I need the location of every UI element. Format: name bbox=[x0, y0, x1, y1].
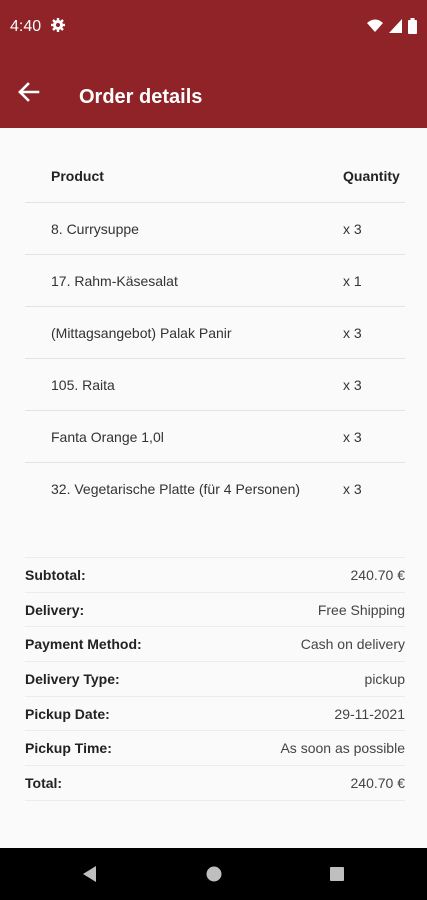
summary-value: 240.70 € bbox=[350, 566, 406, 583]
system-icons bbox=[367, 18, 417, 39]
summary-label: Delivery Type: bbox=[25, 670, 120, 687]
gear-icon bbox=[50, 17, 66, 38]
product-name: Fanta Orange 1,0l bbox=[51, 428, 164, 445]
product-name: 32. Vegetarische Platte (für 4 Personen) bbox=[51, 481, 301, 497]
summary-value: As soon as possible bbox=[280, 740, 405, 757]
summary-row-delivery-type: Delivery Type: pickup bbox=[25, 662, 405, 697]
product-name: (Mittagsangebot) Palak Panir bbox=[51, 324, 232, 341]
summary-row-pickup-time: Pickup Time: As soon as possible bbox=[25, 731, 405, 767]
summary-value: Cash on delivery bbox=[300, 636, 405, 653]
app-bar: Order details bbox=[0, 56, 427, 128]
table-row: 8. Currysuppe x 3 bbox=[25, 203, 405, 255]
table-row: 17. Rahm-Käsesalat x 1 bbox=[25, 255, 405, 307]
summary-value: pickup bbox=[364, 670, 405, 687]
order-summary: Subtotal: 240.70 € Delivery: Free Shippi… bbox=[25, 557, 405, 801]
table-row: Fanta Orange 1,0l x 3 bbox=[25, 411, 405, 463]
nav-recents-icon[interactable] bbox=[329, 866, 345, 887]
signal-icon bbox=[389, 19, 402, 38]
wifi-icon bbox=[367, 19, 383, 38]
product-name: 8. Currysuppe bbox=[51, 220, 139, 237]
summary-row-payment-method: Payment Method: Cash on delivery bbox=[25, 627, 405, 663]
product-name: 17. Rahm-Käsesalat bbox=[51, 272, 178, 289]
product-quantity: x 3 bbox=[343, 376, 362, 393]
products-table: Product Quantity 8. Currysuppe x 3 17. R… bbox=[25, 150, 405, 515]
summary-row-total: Total: 240.70 € bbox=[25, 766, 405, 801]
page-title: Order details bbox=[79, 86, 203, 108]
table-row: (Mittagsangebot) Palak Panir x 3 bbox=[25, 307, 405, 359]
status-time: 4:40 bbox=[10, 18, 42, 35]
table-row: 105. Raita x 3 bbox=[25, 359, 405, 411]
product-quantity: x 1 bbox=[343, 272, 362, 289]
table-row: 32. Vegetarische Platte (für 4 Personen)… bbox=[25, 463, 405, 515]
product-quantity: x 3 bbox=[343, 481, 362, 497]
summary-value: 29-11-2021 bbox=[334, 705, 405, 722]
summary-value: Free Shipping bbox=[317, 601, 405, 618]
summary-label: Subtotal: bbox=[25, 566, 86, 583]
summary-value: 240.70 € bbox=[350, 774, 406, 791]
battery-icon bbox=[408, 18, 417, 39]
product-quantity: x 3 bbox=[343, 428, 362, 445]
quantity-column-header: Quantity bbox=[343, 168, 400, 184]
summary-label: Payment Method: bbox=[25, 636, 142, 653]
back-arrow-icon[interactable] bbox=[18, 82, 44, 104]
product-name: 105. Raita bbox=[51, 376, 115, 393]
nav-home-icon[interactable] bbox=[206, 866, 222, 887]
product-quantity: x 3 bbox=[343, 220, 362, 237]
nav-back-icon[interactable] bbox=[82, 866, 98, 887]
table-header: Product Quantity bbox=[25, 150, 405, 203]
summary-label: Total: bbox=[25, 774, 63, 791]
summary-label: Pickup Date: bbox=[25, 705, 110, 722]
system-nav-bar bbox=[0, 848, 427, 900]
summary-label: Pickup Time: bbox=[25, 740, 112, 757]
product-quantity: x 3 bbox=[343, 324, 362, 341]
summary-label: Delivery: bbox=[25, 601, 85, 618]
summary-row-pickup-date: Pickup Date: 29-11-2021 bbox=[25, 697, 405, 732]
product-column-header: Product bbox=[51, 168, 104, 184]
summary-row-subtotal: Subtotal: 240.70 € bbox=[25, 558, 405, 593]
summary-row-delivery: Delivery: Free Shipping bbox=[25, 593, 405, 628]
status-bar: 4:40 bbox=[0, 0, 427, 56]
